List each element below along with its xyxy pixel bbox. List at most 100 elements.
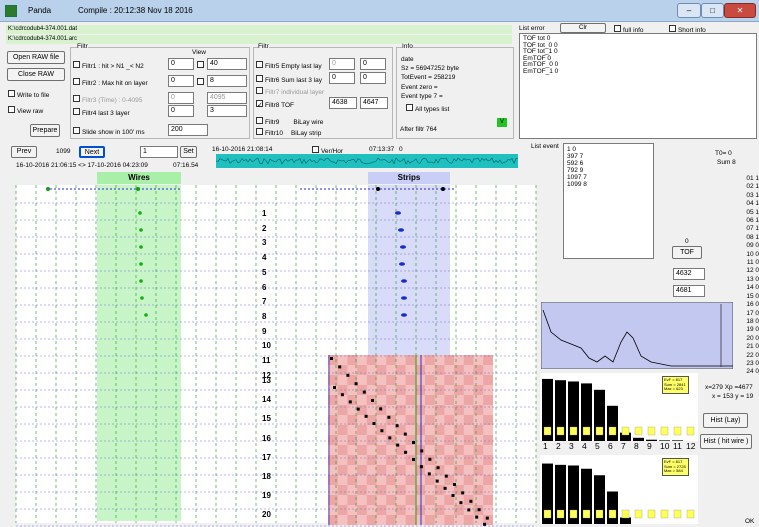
matrix-point bbox=[395, 424, 399, 428]
set-input[interactable]: 1 bbox=[140, 146, 178, 158]
bar-label bbox=[608, 509, 617, 519]
layer-list-item: 16 0 bbox=[746, 301, 759, 309]
layer-list: 01 1 02 1 03 1 04 1 05 1 06 1 07 1 08 1 09 0 10 0… bbox=[735, 175, 759, 377]
filtr1-min[interactable]: 0 bbox=[168, 58, 194, 70]
filtr1-view-checkbox[interactable] bbox=[197, 61, 204, 68]
next-button[interactable]: Next bbox=[79, 146, 105, 158]
filtr6-a[interactable]: 0 bbox=[329, 72, 355, 84]
filtr5-a[interactable]: 0 bbox=[329, 58, 355, 70]
view-raw-checkbox[interactable]: View raw bbox=[8, 106, 43, 115]
list-event-box[interactable]: 1 0 397 7 592 6 792 9 1097 7 1099 8 bbox=[563, 143, 654, 259]
coords-line-2: x = 153 y = 19 bbox=[712, 393, 754, 400]
matrix-point bbox=[380, 429, 384, 433]
filtr6-b[interactable]: 0 bbox=[360, 72, 386, 84]
layer-list-item: 13 0 bbox=[746, 275, 759, 283]
row-number: 13 bbox=[262, 376, 271, 385]
maximize-button[interactable]: □ bbox=[701, 3, 724, 18]
row-number: 15 bbox=[262, 414, 271, 424]
matrix-point bbox=[364, 414, 368, 418]
list-item: 792 9 bbox=[567, 167, 584, 174]
bar-label bbox=[582, 426, 591, 436]
strip-hit bbox=[401, 279, 407, 283]
clr-button[interactable]: Clr bbox=[560, 23, 606, 33]
bar-label bbox=[621, 426, 630, 436]
list-error-box[interactable]: TOF tot 0 TOF tot_0 0 TOF tot_1 0 EmTOF … bbox=[519, 33, 757, 139]
hist-lay-button[interactable]: Hist (Lay) bbox=[703, 413, 748, 428]
filtr9-checkbox[interactable]: Filtr9 BiLay wire bbox=[256, 117, 323, 126]
bar-label bbox=[686, 426, 695, 436]
bar-label bbox=[569, 426, 578, 436]
filtr1-max[interactable]: 40 bbox=[207, 58, 247, 70]
filtr2-min[interactable]: 0 bbox=[168, 75, 194, 87]
write-to-file-checkbox[interactable]: Write to file bbox=[8, 90, 49, 99]
bar-label bbox=[647, 509, 656, 519]
wire-hit bbox=[138, 211, 142, 215]
wire-hit bbox=[139, 245, 143, 249]
minimize-button[interactable]: – bbox=[677, 3, 701, 18]
close-raw-button[interactable]: Close RAW bbox=[7, 68, 65, 81]
hist-wire-button[interactable]: Hist ( hit wire ) bbox=[700, 434, 752, 449]
filtr5-checkbox[interactable]: Filtr5 Empty last lay bbox=[256, 61, 322, 70]
all-types-checkbox[interactable]: All types list bbox=[406, 104, 449, 113]
filtr2-title: Filtr bbox=[258, 43, 269, 50]
tof-button[interactable]: TOF bbox=[672, 246, 702, 259]
axis-tick-label: 10 bbox=[660, 441, 670, 451]
matrix-point bbox=[485, 516, 489, 520]
filtr8-a[interactable]: 4638 bbox=[329, 97, 357, 109]
matrix-point bbox=[346, 373, 350, 377]
filtr7-checkbox[interactable]: Filtr7 individual layer bbox=[256, 87, 324, 96]
info-title: Info bbox=[402, 43, 413, 50]
axis-tick-label: 5 bbox=[595, 441, 600, 451]
slide-show-checkbox[interactable]: Slide show in 100' ms bbox=[73, 127, 145, 136]
axis-tick-label: 4 bbox=[582, 441, 587, 451]
prev-button[interactable]: Prev bbox=[11, 146, 37, 158]
matrix-point bbox=[419, 465, 423, 469]
set-button[interactable]: Set bbox=[180, 146, 197, 158]
filtr4-max[interactable]: 3 bbox=[207, 105, 247, 117]
slide-show-input[interactable]: 200 bbox=[168, 124, 208, 136]
filtr2-max[interactable]: 8 bbox=[207, 75, 247, 87]
filtr5-b[interactable]: 0 bbox=[360, 58, 386, 70]
window-title: Panda bbox=[28, 6, 52, 15]
bar-label bbox=[608, 426, 617, 436]
matrix-point bbox=[338, 365, 342, 369]
filtr10-checkbox[interactable]: Filtr10 BiLay strip bbox=[256, 128, 321, 137]
row-number: 9 bbox=[262, 326, 267, 336]
matrix-point bbox=[372, 422, 376, 425]
wire-hit bbox=[139, 228, 143, 232]
filtr6-checkbox[interactable]: Filtr6 Sum last 3 lay bbox=[256, 75, 322, 84]
info-line-2: TotEvent = 258219 bbox=[401, 74, 456, 81]
filtr8-b[interactable]: 4647 bbox=[360, 97, 388, 109]
prepare-button[interactable]: Prepare bbox=[30, 124, 60, 137]
matrix-point bbox=[388, 436, 392, 440]
coords-line-1: x=279 Xp =4677 bbox=[705, 384, 753, 391]
close-icon[interactable]: ✕ bbox=[724, 3, 756, 18]
after-filtr: After filtr 764 bbox=[400, 126, 437, 133]
filtr8-checkbox[interactable]: ✓ Filtr8 TOF bbox=[256, 100, 294, 109]
filtr4-checkbox[interactable]: Filtr4 last 3 layer bbox=[73, 108, 130, 117]
layer-list-item: 19 0 bbox=[746, 326, 759, 334]
filtr3-min[interactable]: 0 bbox=[168, 92, 194, 104]
bar-label bbox=[673, 426, 682, 436]
axis-tick-label: 7 bbox=[621, 441, 626, 451]
layer-list-item: 05 1 bbox=[746, 208, 759, 216]
tof-value-2[interactable]: 4681 bbox=[673, 285, 705, 297]
matrix-point bbox=[475, 515, 479, 519]
axis-tick-label: 3 bbox=[569, 441, 574, 451]
filtr3-checkbox[interactable]: Filtr3 (Time) : 0-4095 bbox=[73, 95, 142, 104]
matrix-point bbox=[483, 522, 487, 526]
matrix-point bbox=[443, 486, 447, 490]
layer-list-item: 08 1 bbox=[746, 233, 759, 241]
filtr2-view-checkbox[interactable] bbox=[197, 78, 204, 85]
row-number: 2 bbox=[262, 223, 267, 233]
tof-value-1[interactable]: 4632 bbox=[673, 268, 705, 280]
layer-list-item: 24 0 bbox=[746, 368, 759, 376]
filtr4-min[interactable]: 0 bbox=[168, 105, 194, 117]
matrix-point bbox=[354, 382, 358, 386]
matrix-point bbox=[420, 449, 424, 453]
filtr2-checkbox[interactable]: Filtr2 : Max hit on layer bbox=[73, 78, 148, 87]
filtr1-checkbox[interactable]: Filtr1 : hit > N1 _< N2 bbox=[73, 61, 144, 70]
open-raw-button[interactable]: Open RAW file bbox=[7, 51, 65, 64]
filtr3-max[interactable]: 4095 bbox=[207, 92, 247, 104]
axis-tick-label: 1 bbox=[543, 441, 548, 451]
